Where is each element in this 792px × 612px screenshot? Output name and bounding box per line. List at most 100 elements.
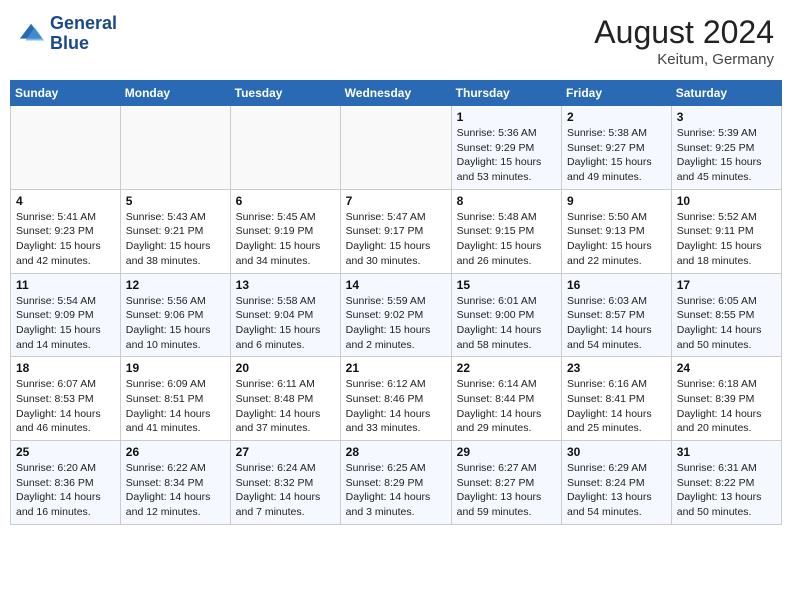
calendar-cell: 20 Sunrise: 6:11 AMSunset: 8:48 PMDayligh… <box>230 357 340 441</box>
logo-icon <box>18 20 46 48</box>
calendar-cell: 16 Sunrise: 6:03 AMSunset: 8:57 PMDayligh… <box>562 273 672 357</box>
calendar-cell: 13Sunrise: 5:58 AMSunset: 9:04 PMDayligh… <box>230 273 340 357</box>
calendar-cell: 31 Sunrise: 6:31 AMSunset: 8:22 PMDayligh… <box>671 441 781 525</box>
calendar-cell: 21 Sunrise: 6:12 AMSunset: 8:46 PMDayligh… <box>340 357 451 441</box>
day-number: 21 <box>346 361 446 375</box>
calendar-cell <box>340 106 451 190</box>
day-number: 6 <box>236 194 335 208</box>
day-number: 11 <box>16 278 115 292</box>
day-info: Sunrise: 6:11 AMSunset: 8:48 PMDaylight:… <box>236 377 335 436</box>
weekday-header: Saturday <box>671 81 781 106</box>
day-number: 16 <box>567 278 666 292</box>
calendar-cell: 23 Sunrise: 6:16 AMSunset: 8:41 PMDayligh… <box>562 357 672 441</box>
day-number: 24 <box>677 361 776 375</box>
day-number: 1 <box>457 110 556 124</box>
day-number: 12 <box>126 278 225 292</box>
day-number: 25 <box>16 445 115 459</box>
day-info: Sunrise: 5:45 AMSunset: 9:19 PMDaylight:… <box>236 210 335 269</box>
calendar-cell: 12 Sunrise: 5:56 AMSunset: 9:06 PMDayligh… <box>120 273 230 357</box>
day-info: Sunrise: 5:38 AMSunset: 9:27 PMDaylight:… <box>567 126 666 185</box>
day-info: Sunrise: 5:56 AMSunset: 9:06 PMDaylight:… <box>126 294 225 353</box>
day-number: 19 <box>126 361 225 375</box>
day-number: 8 <box>457 194 556 208</box>
calendar-cell: 15 Sunrise: 6:01 AMSunset: 9:00 PMDayligh… <box>451 273 561 357</box>
calendar-cell: 11Sunrise: 5:54 AMSunset: 9:09 PMDayligh… <box>11 273 121 357</box>
day-info: Sunrise: 6:12 AMSunset: 8:46 PMDaylight:… <box>346 377 446 436</box>
calendar-cell: 27Sunrise: 6:24 AMSunset: 8:32 PMDayligh… <box>230 441 340 525</box>
calendar-week-row: 25 Sunrise: 6:20 AMSunset: 8:36 PMDayligh… <box>11 441 782 525</box>
calendar-header: SundayMondayTuesdayWednesdayThursdayFrid… <box>11 81 782 106</box>
day-info: Sunrise: 5:59 AMSunset: 9:02 PMDaylight:… <box>346 294 446 353</box>
weekday-header: Friday <box>562 81 672 106</box>
day-number: 2 <box>567 110 666 124</box>
day-info: Sunrise: 6:25 AMSunset: 8:29 PMDaylight:… <box>346 461 446 520</box>
calendar-cell: 2 Sunrise: 5:38 AMSunset: 9:27 PMDaylight… <box>562 106 672 190</box>
calendar-cell: 5Sunrise: 5:43 AMSunset: 9:21 PMDaylight… <box>120 189 230 273</box>
day-number: 10 <box>677 194 776 208</box>
weekday-header: Monday <box>120 81 230 106</box>
day-number: 13 <box>236 278 335 292</box>
day-number: 17 <box>677 278 776 292</box>
day-number: 5 <box>126 194 225 208</box>
day-info: Sunrise: 5:39 AMSunset: 9:25 PMDaylight:… <box>677 126 776 185</box>
day-info: Sunrise: 6:03 AMSunset: 8:57 PMDaylight:… <box>567 294 666 353</box>
calendar-cell: 10 Sunrise: 5:52 AMSunset: 9:11 PMDayligh… <box>671 189 781 273</box>
calendar-cell: 24 Sunrise: 6:18 AMSunset: 8:39 PMDayligh… <box>671 357 781 441</box>
calendar-week-row: 18Sunrise: 6:07 AMSunset: 8:53 PMDayligh… <box>11 357 782 441</box>
logo-text: General Blue <box>50 14 117 54</box>
title-block: August 2024 Keitum, Germany <box>594 14 774 68</box>
day-number: 31 <box>677 445 776 459</box>
calendar-cell: 30Sunrise: 6:29 AMSunset: 8:24 PMDayligh… <box>562 441 672 525</box>
calendar-cell: 22 Sunrise: 6:14 AMSunset: 8:44 PMDayligh… <box>451 357 561 441</box>
day-number: 4 <box>16 194 115 208</box>
day-number: 15 <box>457 278 556 292</box>
calendar-table: SundayMondayTuesdayWednesdayThursdayFrid… <box>10 80 782 525</box>
day-number: 29 <box>457 445 556 459</box>
calendar-cell: 8 Sunrise: 5:48 AMSunset: 9:15 PMDaylight… <box>451 189 561 273</box>
calendar-week-row: 1 Sunrise: 5:36 AMSunset: 9:29 PMDaylight… <box>11 106 782 190</box>
calendar-cell: 25 Sunrise: 6:20 AMSunset: 8:36 PMDayligh… <box>11 441 121 525</box>
day-info: Sunrise: 6:27 AMSunset: 8:27 PMDaylight:… <box>457 461 556 520</box>
day-info: Sunrise: 6:20 AMSunset: 8:36 PMDaylight:… <box>16 461 115 520</box>
logo-line2: Blue <box>50 34 117 54</box>
calendar-cell: 14Sunrise: 5:59 AMSunset: 9:02 PMDayligh… <box>340 273 451 357</box>
weekday-header: Tuesday <box>230 81 340 106</box>
day-info: Sunrise: 6:31 AMSunset: 8:22 PMDaylight:… <box>677 461 776 520</box>
day-info: Sunrise: 6:18 AMSunset: 8:39 PMDaylight:… <box>677 377 776 436</box>
day-info: Sunrise: 5:36 AMSunset: 9:29 PMDaylight:… <box>457 126 556 185</box>
day-info: Sunrise: 6:29 AMSunset: 8:24 PMDaylight:… <box>567 461 666 520</box>
day-info: Sunrise: 5:48 AMSunset: 9:15 PMDaylight:… <box>457 210 556 269</box>
calendar-cell <box>11 106 121 190</box>
day-number: 20 <box>236 361 335 375</box>
day-info: Sunrise: 6:22 AMSunset: 8:34 PMDaylight:… <box>126 461 225 520</box>
calendar-cell: 9Sunrise: 5:50 AMSunset: 9:13 PMDaylight… <box>562 189 672 273</box>
day-info: Sunrise: 5:52 AMSunset: 9:11 PMDaylight:… <box>677 210 776 269</box>
weekday-header: Sunday <box>11 81 121 106</box>
calendar-cell: 26Sunrise: 6:22 AMSunset: 8:34 PMDayligh… <box>120 441 230 525</box>
calendar-cell <box>120 106 230 190</box>
calendar-cell: 6 Sunrise: 5:45 AMSunset: 9:19 PMDaylight… <box>230 189 340 273</box>
day-info: Sunrise: 6:01 AMSunset: 9:00 PMDaylight:… <box>457 294 556 353</box>
page-header: General Blue August 2024 Keitum, Germany <box>10 10 782 72</box>
calendar-week-row: 11Sunrise: 5:54 AMSunset: 9:09 PMDayligh… <box>11 273 782 357</box>
day-number: 22 <box>457 361 556 375</box>
day-info: Sunrise: 6:16 AMSunset: 8:41 PMDaylight:… <box>567 377 666 436</box>
calendar-cell: 17Sunrise: 6:05 AMSunset: 8:55 PMDayligh… <box>671 273 781 357</box>
calendar-cell: 28 Sunrise: 6:25 AMSunset: 8:29 PMDayligh… <box>340 441 451 525</box>
day-number: 28 <box>346 445 446 459</box>
day-number: 9 <box>567 194 666 208</box>
calendar-cell: 19Sunrise: 6:09 AMSunset: 8:51 PMDayligh… <box>120 357 230 441</box>
calendar-cell: 4 Sunrise: 5:41 AMSunset: 9:23 PMDaylight… <box>11 189 121 273</box>
logo: General Blue <box>18 14 117 54</box>
weekday-header: Wednesday <box>340 81 451 106</box>
calendar-cell: 29 Sunrise: 6:27 AMSunset: 8:27 PMDayligh… <box>451 441 561 525</box>
day-info: Sunrise: 6:14 AMSunset: 8:44 PMDaylight:… <box>457 377 556 436</box>
day-number: 7 <box>346 194 446 208</box>
weekday-header: Thursday <box>451 81 561 106</box>
day-info: Sunrise: 6:07 AMSunset: 8:53 PMDaylight:… <box>16 377 115 436</box>
day-number: 3 <box>677 110 776 124</box>
day-info: Sunrise: 5:47 AMSunset: 9:17 PMDaylight:… <box>346 210 446 269</box>
calendar-cell <box>230 106 340 190</box>
day-number: 23 <box>567 361 666 375</box>
day-info: Sunrise: 5:41 AMSunset: 9:23 PMDaylight:… <box>16 210 115 269</box>
